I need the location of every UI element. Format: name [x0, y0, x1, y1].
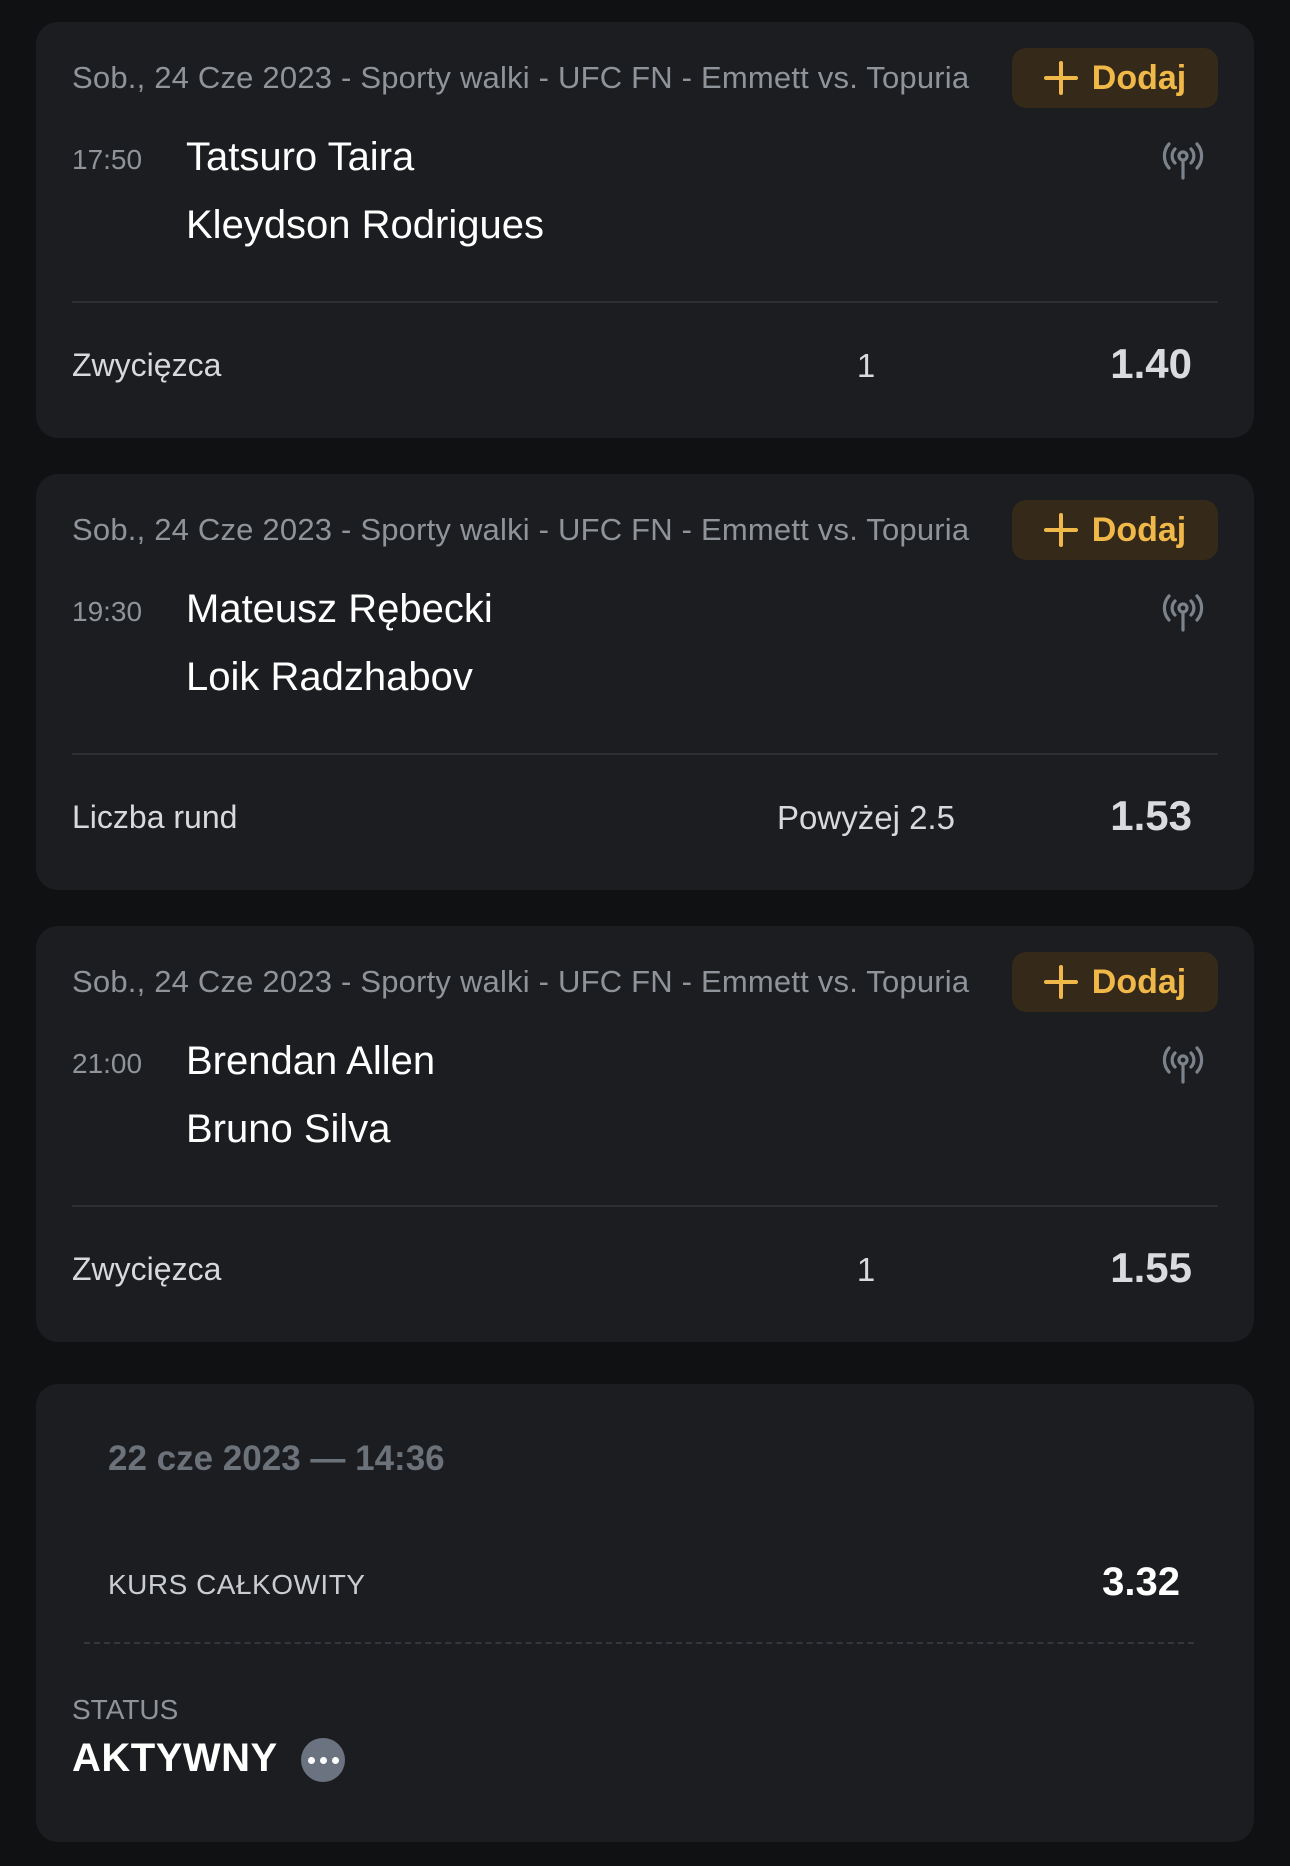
divider: [72, 753, 1218, 755]
event-meta: Sob., 24 Cze 2023 - Sporty walki - UFC F…: [72, 60, 970, 95]
divider: [72, 301, 1218, 303]
odds-value: 1.53: [1110, 792, 1192, 839]
market-name: Zwycięzca: [72, 347, 222, 383]
live-broadcast-icon: [1162, 1046, 1204, 1084]
competitor-1: Mateusz Rębecki: [186, 587, 493, 631]
status-label: STATUS: [72, 1694, 179, 1725]
plus-icon: [1043, 513, 1078, 547]
event-card: Sob., 24 Cze 2023 - Sporty walki - UFC F…: [36, 926, 1254, 1342]
status-value: AKTYWNY: [72, 1736, 278, 1780]
competitor-1: Brendan Allen: [186, 1039, 436, 1083]
selection: 1: [856, 1251, 876, 1288]
market-name: Liczba rund: [72, 799, 238, 835]
dashed-divider: [84, 1642, 1194, 1644]
add-button-label: Dodaj: [1091, 962, 1187, 1001]
add-button-label: Dodaj: [1091, 510, 1187, 549]
competitor-1: Tatsuro Taira: [186, 135, 415, 179]
event-card: Sob., 24 Cze 2023 - Sporty walki - UFC F…: [36, 22, 1254, 438]
competitor-2: Kleydson Rodrigues: [186, 203, 544, 247]
divider: [72, 1205, 1218, 1207]
plus-icon: [1043, 965, 1078, 999]
bet-slip-details: Sob., 24 Cze 2023 - Sporty walki - UFC F…: [0, 0, 1290, 1866]
event-time: 21:00: [72, 1048, 143, 1079]
event-card: Sob., 24 Cze 2023 - Sporty walki - UFC F…: [36, 474, 1254, 890]
total-odds-value: 3.32: [1102, 1560, 1180, 1604]
event-meta: Sob., 24 Cze 2023 - Sporty walki - UFC F…: [72, 964, 970, 999]
selection: Powyżej 2.5: [777, 799, 955, 836]
event-time: 17:50: [72, 144, 143, 175]
add-button[interactable]: Dodaj: [1012, 48, 1218, 108]
odds-value: 1.55: [1110, 1244, 1192, 1291]
live-broadcast-icon: [1162, 594, 1204, 632]
more-options-icon[interactable]: [301, 1738, 345, 1782]
add-button-label: Dodaj: [1091, 58, 1187, 97]
competitor-2: Bruno Silva: [186, 1107, 391, 1151]
bet-summary-card: 22 cze 2023 — 14:36 KURS CAŁKOWITY 3.32 …: [36, 1384, 1254, 1842]
add-button[interactable]: Dodaj: [1012, 952, 1218, 1012]
selection: 1: [856, 347, 876, 384]
placed-date: 22 cze 2023 — 14:36: [108, 1439, 445, 1478]
competitor-2: Loik Radzhabov: [186, 655, 473, 699]
plus-icon: [1043, 61, 1078, 95]
event-meta: Sob., 24 Cze 2023 - Sporty walki - UFC F…: [72, 512, 970, 547]
total-odds-label: KURS CAŁKOWITY: [108, 1569, 366, 1600]
odds-value: 1.40: [1110, 340, 1192, 387]
market-name: Zwycięzca: [72, 1251, 222, 1287]
event-time: 19:30: [72, 596, 143, 627]
live-broadcast-icon: [1162, 142, 1204, 180]
add-button[interactable]: Dodaj: [1012, 500, 1218, 560]
